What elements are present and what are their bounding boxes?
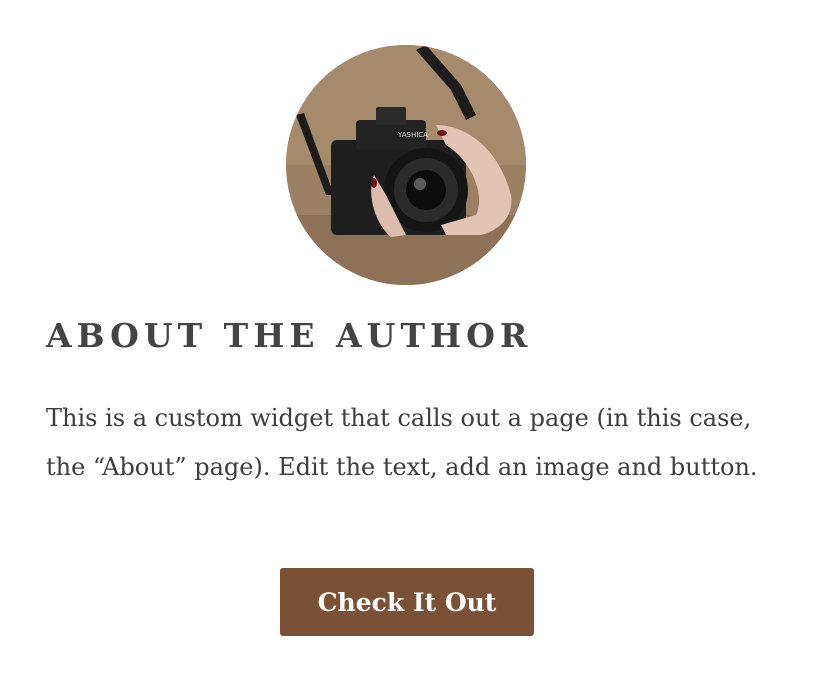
about-author-widget: YASHICA ABOUT THE AUTHOR This is a custo…: [0, 0, 816, 676]
widget-description: This is a custom widget that calls out a…: [46, 404, 758, 481]
author-photo: YASHICA: [286, 45, 526, 285]
check-it-out-button[interactable]: Check It Out: [280, 568, 534, 636]
camera-brand-text: YASHICA: [397, 131, 428, 139]
widget-title: ABOUT THE AUTHOR: [46, 316, 533, 355]
camera-photo-icon: YASHICA: [286, 45, 526, 285]
